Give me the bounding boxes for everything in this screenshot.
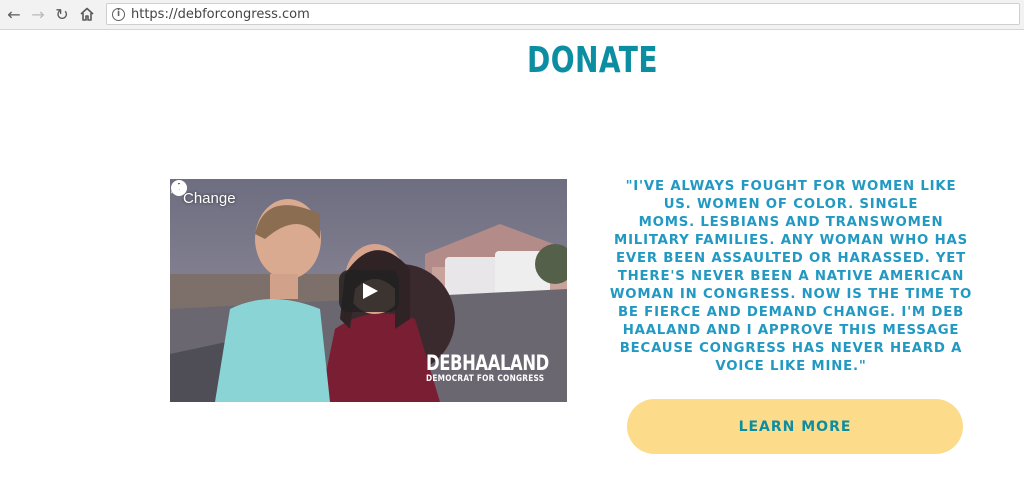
reload-icon[interactable]: ↻ (52, 4, 72, 24)
video-player[interactable]: Change DEBHAALAND DEMOCRAT FOR CONGRESS (170, 179, 567, 402)
browser-toolbar: ← → ↻ i https://debforcongress.com (0, 0, 1024, 30)
share-icon[interactable] (170, 179, 188, 195)
donate-heading[interactable]: DONATE (527, 40, 658, 81)
address-bar[interactable]: i https://debforcongress.com (106, 3, 1020, 25)
home-icon[interactable] (77, 4, 97, 24)
info-icon[interactable]: i (112, 7, 125, 21)
arrow-left-icon[interactable]: ← (4, 4, 24, 24)
logo-name: DEBHAALAND (426, 351, 549, 375)
play-button[interactable] (339, 270, 399, 312)
arrow-right-icon[interactable]: → (28, 4, 48, 24)
learn-more-button[interactable]: LEARN MORE (627, 399, 963, 454)
logo-subtitle: DEMOCRAT FOR CONGRESS (426, 374, 545, 384)
campaign-logo: DEBHAALAND DEMOCRAT FOR CONGRESS (426, 351, 567, 384)
video-title[interactable]: Change (183, 190, 236, 207)
url-text[interactable]: https://debforcongress.com (131, 7, 310, 22)
campaign-quote: "I'VE ALWAYS FOUGHT FOR WOMEN LIKE US. W… (609, 179, 973, 374)
